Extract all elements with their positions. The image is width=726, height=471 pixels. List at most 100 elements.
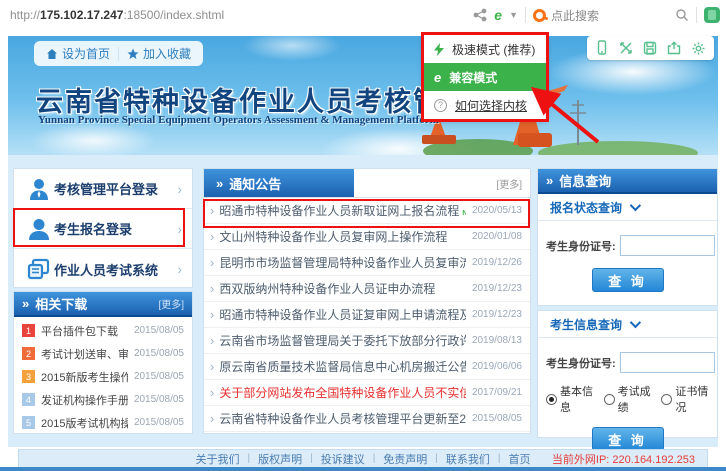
menu-item-label: 如何选择内核 (455, 97, 527, 114)
download-label: 发证机构操作手册 (41, 392, 128, 408)
url-host: 175.102.17.247 (40, 8, 123, 22)
menu-item-kernel-help[interactable]: ? 如何选择内核 (424, 91, 546, 119)
notice-date: 2019/12/26 (472, 257, 522, 268)
notice-item[interactable]: › 昭通市特种设备作业人员新取证网上报名流程NEW 2020/05/13 (204, 198, 530, 224)
menu-item-compat-mode[interactable]: e 兼容模式 (424, 63, 546, 91)
bullet-icon: › (210, 229, 214, 244)
browser-mode-menu: 极速模式 (推荐) e 兼容模式 ? 如何选择内核 (424, 35, 546, 119)
chevron-down-icon (630, 200, 641, 211)
rank-badge: 4 (22, 393, 35, 406)
footer-link-home[interactable]: 首页 (509, 451, 531, 467)
notices-panel: » 通知公告 [更多] › 昭通市特种设备作业人员新取证网上报名流程NEW 20… (203, 168, 531, 434)
fullscreen-icon[interactable] (619, 41, 633, 55)
notices-header: » 通知公告 [更多] (204, 169, 530, 198)
download-label: 考试计划送审、审核 ... (41, 346, 128, 362)
radio-icon (546, 394, 557, 405)
menu-item-label: 作业人员考试系统 (54, 260, 177, 279)
menu-item-assessment-platform-login[interactable]: 考核管理平台登录 › (14, 169, 192, 209)
divider (525, 7, 526, 23)
share-icon[interactable] (473, 8, 487, 22)
menu-item-candidate-signup-login[interactable]: 考生报名登录 › (14, 209, 192, 249)
browser-address-bar: http://175.102.17.247:18500/index.shtml … (0, 0, 726, 30)
download-label: 2015新版考生操作... (41, 369, 128, 385)
query-button[interactable]: 查 询 (592, 427, 664, 451)
notice-item[interactable]: › 云南省特种设备作业人员考核管理平台更新至20... 2015/08/05 (204, 406, 530, 432)
url-text[interactable]: http://175.102.17.247:18500/index.shtml (10, 8, 224, 22)
add-favorite-link[interactable]: 加入收藏 (127, 45, 191, 62)
double-chevron-icon: » (546, 173, 553, 188)
download-item[interactable]: 3 2015新版考生操作... 2015/08/05 (22, 365, 184, 388)
signup-status-subheader[interactable]: 报名状态查询 (538, 194, 717, 221)
id-number-input[interactable] (620, 352, 715, 373)
notice-label: 原云南省质量技术监督局信息中心机房搬迁公告 (219, 358, 466, 375)
mobile-icon[interactable] (595, 40, 609, 56)
radio-label: 证书情况 (675, 383, 711, 415)
notice-label: 云南省市场监督管理局关于委托下放部分行政许可... (219, 332, 466, 349)
notice-item[interactable]: › 昭通市特种设备作业人员证复审网上申请流程及相... 2019/12/23 (204, 302, 530, 328)
double-chevron-icon: » (216, 176, 223, 191)
new-badge: NEW (462, 210, 466, 217)
radio-certificate[interactable]: 证书情况 (661, 383, 711, 415)
download-date: 2015/08/05 (134, 371, 184, 382)
person-icon (24, 217, 54, 241)
download-item[interactable]: 1 平台插件包下载 2015/08/05 (22, 319, 184, 342)
settings-gear-icon[interactable] (691, 41, 706, 56)
notice-item[interactable]: › 原云南省质量技术监督局信息中心机房搬迁公告 2019/06/06 (204, 354, 530, 380)
menu-item-speed-mode[interactable]: 极速模式 (推荐) (424, 35, 546, 63)
main-content: 考核管理平台登录 › 考生报名登录 › 作业人员考试系统 › » 相关下载 [更… (8, 155, 718, 447)
monitor-icon (24, 257, 54, 281)
star-icon (127, 48, 139, 60)
menu-item-exam-system[interactable]: 作业人员考试系统 › (14, 249, 192, 289)
engine-chevron-down-icon[interactable]: ▼ (509, 10, 518, 20)
query-button[interactable]: 查 询 (592, 268, 664, 292)
download-item[interactable]: 5 2015版考试机构操... 2015/08/05 (22, 411, 184, 434)
notice-item[interactable]: › 文山州特种设备作业人员复审网上操作流程 2020/01/08 (204, 224, 530, 250)
browser-toolbar (587, 36, 714, 60)
footer-link-copyright[interactable]: 版权声明 (258, 451, 302, 467)
footer-link-complaints[interactable]: 投诉建议 (321, 451, 365, 467)
footer-link-contact[interactable]: 联系我们 (446, 451, 490, 467)
notice-label: 昭通市特种设备作业人员新取证网上报名流程NEW (219, 202, 466, 219)
footer-link-about[interactable]: 关于我们 (195, 451, 239, 467)
notice-item[interactable]: › 西双版纳州特种设备作业人员证申办流程 2019/12/23 (204, 276, 530, 302)
download-item[interactable]: 2 考试计划送审、审核 ... 2015/08/05 (22, 342, 184, 365)
notice-date: 2019/12/23 (472, 283, 522, 294)
bullet-icon: › (210, 307, 214, 322)
notice-label: 昭通市特种设备作业人员证复审网上申请流程及相... (219, 306, 466, 323)
set-homepage-link[interactable]: 设为首页 (46, 45, 110, 62)
radio-icon (661, 394, 672, 405)
save-icon[interactable] (643, 41, 657, 55)
notice-date: 2020/01/08 (472, 231, 522, 242)
set-homepage-label: 设为首页 (62, 45, 110, 62)
browser-search-box[interactable]: 点此搜索 (533, 7, 668, 24)
rank-badge: 3 (22, 370, 35, 383)
search-placeholder: 点此搜索 (551, 7, 599, 24)
notice-item-alert[interactable]: › 关于部分网站发布全国特种设备作业人员不实信息... 2017/09/21 (204, 380, 530, 406)
candidate-info-subheader[interactable]: 考生信息查询 (538, 311, 717, 338)
footer-link-disclaimer[interactable]: 免责声明 (383, 451, 427, 467)
notice-label: 文山州特种设备作业人员复审网上操作流程 (219, 228, 466, 245)
bullet-icon: › (210, 411, 214, 426)
notices-more-link[interactable]: [更多] (354, 169, 530, 197)
notice-item[interactable]: › 云南省市场监督管理局关于委托下放部分行政许可... 2019/08/13 (204, 328, 530, 354)
rank-badge: 1 (22, 324, 35, 337)
download-label: 2015版考试机构操... (41, 415, 128, 431)
browser-app-icon[interactable] (704, 7, 720, 23)
radio-exam-score[interactable]: 考试成绩 (604, 383, 654, 415)
radio-basic-info[interactable]: 基本信息 (546, 383, 596, 415)
id-number-input[interactable] (620, 235, 715, 256)
download-date: 2015/08/05 (134, 417, 184, 428)
downloads-more-link[interactable]: [更多] (158, 296, 184, 311)
menu-item-label: 极速模式 (推荐) (452, 41, 535, 58)
banner-quicklinks: 设为首页 加入收藏 (34, 41, 203, 66)
notice-date: 2019/08/13 (472, 335, 522, 346)
share-out-icon[interactable] (667, 41, 681, 55)
dropdown-notch (499, 29, 511, 36)
browser-engine-icon[interactable]: e (494, 7, 502, 23)
rank-badge: 5 (22, 416, 35, 429)
magnifier-icon[interactable] (675, 8, 689, 22)
download-item[interactable]: 4 发证机构操作手册 2015/08/05 (22, 388, 184, 411)
notice-label: 云南省特种设备作业人员考核管理平台更新至20... (219, 410, 466, 427)
notice-item[interactable]: › 昆明市市场监督管理局特种设备作业人员复审流程... 2019/12/26 (204, 250, 530, 276)
info-query-panel: » 信息查询 报名状态查询 考生身份证号: 查 询 (537, 168, 718, 306)
